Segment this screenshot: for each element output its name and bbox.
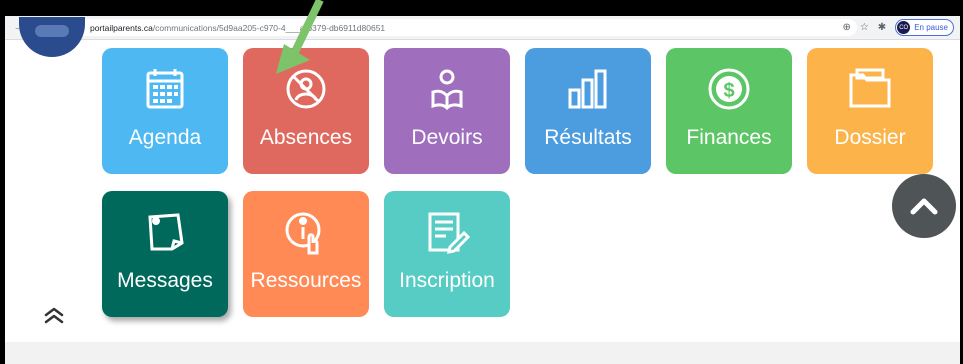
tile-label: Dossier: [834, 126, 906, 149]
tile-label: Résultats: [544, 126, 632, 149]
extensions-icon[interactable]: ✱: [878, 22, 886, 33]
sticky-note-icon: [148, 213, 184, 251]
tile-absences[interactable]: Absences: [243, 48, 369, 174]
profile-button[interactable]: CO En pause: [895, 19, 954, 36]
scroll-to-top-button[interactable]: [892, 174, 956, 238]
tile-label: Ressources: [250, 269, 362, 292]
tile-label: Absences: [259, 126, 353, 149]
tile-agenda[interactable]: Agenda: [102, 48, 228, 174]
tile-messages[interactable]: Messages: [102, 191, 228, 317]
browser-toolbar: → C 🔒 portailparents.ca /communications/…: [5, 16, 960, 40]
tile-label: Finances: [686, 126, 772, 149]
address-bar[interactable]: 🔒 portailparents.ca /communications/5d9a…: [67, 19, 857, 36]
reader-icon: [431, 69, 463, 111]
tile-label: Agenda: [128, 126, 202, 149]
double-chevron-up-icon[interactable]: [43, 306, 65, 324]
tile-finances[interactable]: $ Finances: [666, 48, 792, 174]
tile-resultats[interactable]: Résultats: [525, 48, 651, 174]
info-hand-icon: [285, 212, 321, 255]
tile-ressources[interactable]: Ressources: [243, 191, 369, 317]
page-frame: → C 🔒 portailparents.ca /communications/…: [5, 16, 960, 364]
bar-chart-icon: [568, 69, 607, 109]
avatar: CO: [897, 21, 911, 34]
tile-label: Messages: [117, 269, 213, 292]
form-pen-icon: [428, 212, 470, 254]
zoom-icon[interactable]: ⊕: [842, 22, 850, 33]
chevron-up-icon: [910, 198, 938, 215]
tile-inscription[interactable]: Inscription: [384, 191, 510, 317]
school-logo: [19, 17, 85, 57]
tile-label: Devoirs: [411, 126, 483, 149]
svg-text:$: $: [723, 80, 734, 102]
toolbar-right: ⊕ ☆ ✱ CO En pause: [842, 19, 954, 36]
tile-devoirs[interactable]: Devoirs: [384, 48, 510, 174]
tile-dossier[interactable]: Dossier: [807, 48, 933, 174]
calendar-icon: [146, 69, 184, 109]
star-icon[interactable]: ☆: [860, 22, 869, 33]
no-person-icon: [286, 69, 326, 109]
profile-status: En pause: [914, 23, 948, 32]
url-path: /communications/5d9aa205-c970-4___a-b379…: [152, 22, 386, 33]
footer-bar: [5, 342, 960, 364]
folder-icon: [849, 68, 891, 108]
url-host: portailparents.ca: [89, 22, 153, 33]
dollar-coin-icon: $: [708, 68, 750, 110]
tile-label: Inscription: [399, 269, 495, 292]
